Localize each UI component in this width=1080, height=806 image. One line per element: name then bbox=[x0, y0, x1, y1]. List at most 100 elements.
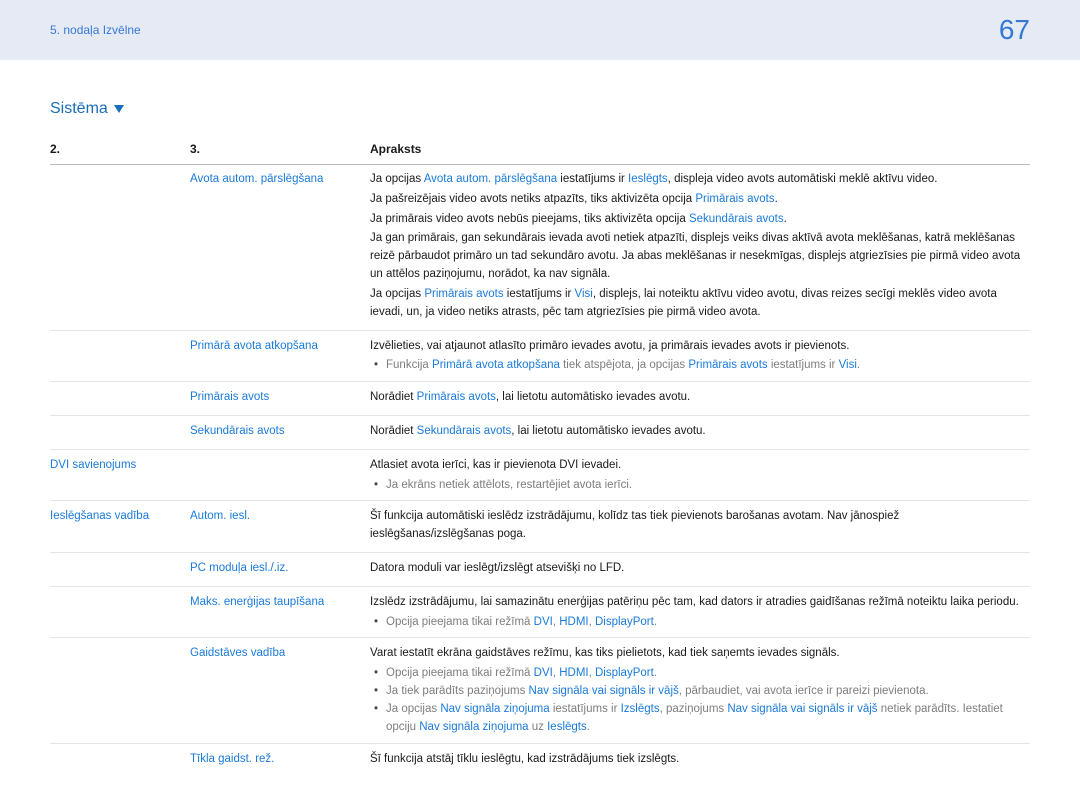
table-row: Maks. enerģijas taupīšana Izslēdz izstrā… bbox=[50, 586, 1030, 638]
row-desc: Šī funkcija atstāj tīklu ieslēgtu, kad i… bbox=[370, 743, 1030, 776]
text: Primārais avots bbox=[424, 288, 503, 300]
text: Šī funkcija automātiski ieslēdz izstrādā… bbox=[370, 508, 1022, 544]
text: . bbox=[857, 359, 860, 371]
text: Norādiet bbox=[370, 425, 417, 437]
text: , displeja video avots automātiski meklē… bbox=[668, 173, 938, 185]
row-desc: Atlasiet avota ierīci, kas ir pievienota… bbox=[370, 449, 1030, 501]
table-row: DVI savienojums Atlasiet avota ierīci, k… bbox=[50, 449, 1030, 501]
text: iestatījums ir bbox=[557, 173, 628, 185]
row-label: Tīkla gaidst. rež. bbox=[190, 743, 370, 776]
text: Funkcija bbox=[386, 359, 432, 371]
table-row: Primārā avota atkopšana Izvēlieties, vai… bbox=[50, 330, 1030, 382]
text: . bbox=[654, 667, 657, 679]
text: Nav signāla ziņojuma bbox=[419, 721, 528, 733]
text: . bbox=[587, 721, 590, 733]
row-desc: Ja opcijas Avota autom. pārslēgšana iest… bbox=[370, 165, 1030, 331]
text: , pārbaudiet, vai avota ierīce ir pareiz… bbox=[679, 685, 929, 697]
row-label: Autom. iesl. bbox=[190, 501, 370, 553]
row-label: Maks. enerģijas taupīšana bbox=[190, 586, 370, 638]
chapter-label: 5. nodaļa Izvēlne bbox=[50, 23, 141, 37]
text: Ja tiek parādīts paziņojums bbox=[386, 685, 529, 697]
settings-table: 2. 3. Apraksts Avota autom. pārslēgšana … bbox=[50, 136, 1030, 776]
th-col2: 3. bbox=[190, 136, 370, 165]
row-desc: Izvēlieties, vai atjaunot atlasīto primā… bbox=[370, 330, 1030, 382]
row-desc: Datora moduli var ieslēgt/izslēgt atsevi… bbox=[370, 553, 1030, 587]
text: uz bbox=[529, 721, 548, 733]
text: Izslēdz izstrādājumu, lai samazinātu ene… bbox=[370, 594, 1022, 612]
text: HDMI bbox=[559, 667, 588, 679]
text: Primārais avots bbox=[417, 391, 496, 403]
row-label: Avota autom. pārslēgšana bbox=[190, 165, 370, 331]
list-item: Ja opcijas Nav signāla ziņojuma iestatīj… bbox=[370, 701, 1022, 737]
row-label: PC moduļa iesl./.iz. bbox=[190, 553, 370, 587]
table-row: Gaidstāves vadība Varat iestatīt ekrāna … bbox=[50, 638, 1030, 743]
text: Nav signāla vai signāls ir vājš bbox=[529, 685, 679, 697]
text: Izvēlieties, vai atjaunot atlasīto primā… bbox=[370, 338, 1022, 356]
text: , paziņojums bbox=[660, 703, 728, 715]
text: , lai lietotu automātisko ievades avotu. bbox=[511, 425, 705, 437]
text: DisplayPort bbox=[595, 616, 654, 628]
text: Nav signāla vai signāls ir vājš bbox=[727, 703, 877, 715]
table-row: Tīkla gaidst. rež. Šī funkcija atstāj tī… bbox=[50, 743, 1030, 776]
text: Primārā avota atkopšana bbox=[432, 359, 560, 371]
text: DVI bbox=[534, 667, 553, 679]
text: . bbox=[654, 616, 657, 628]
text: Datora moduli var ieslēgt/izslēgt atsevi… bbox=[370, 560, 1022, 578]
table-row: Avota autom. pārslēgšana Ja opcijas Avot… bbox=[50, 165, 1030, 331]
row-group: Ieslēgšanas vadība bbox=[50, 501, 190, 553]
row-desc: Šī funkcija automātiski ieslēdz izstrādā… bbox=[370, 501, 1030, 553]
text: iestatījums ir bbox=[504, 288, 575, 300]
text: DisplayPort bbox=[595, 667, 654, 679]
text: Ja opcijas bbox=[386, 703, 440, 715]
section-title-text: Sistēma bbox=[50, 100, 108, 118]
row-label: Gaidstāves vadība bbox=[190, 638, 370, 743]
text: Primārais avots bbox=[695, 193, 774, 205]
text: iestatījums ir bbox=[768, 359, 839, 371]
list-item: Ja ekrāns netiek attēlots, restartējiet … bbox=[370, 477, 1022, 495]
table-row: Ieslēgšanas vadība Autom. iesl. Šī funkc… bbox=[50, 501, 1030, 553]
text: Primārais avots bbox=[688, 359, 767, 371]
page-content: Sistēma 2. 3. Apraksts Avota autom. pārs… bbox=[0, 60, 1080, 806]
page-number: 67 bbox=[999, 14, 1030, 46]
row-desc: Izslēdz izstrādājumu, lai samazinātu ene… bbox=[370, 586, 1030, 638]
text: Varat iestatīt ekrāna gaidstāves režīmu,… bbox=[370, 645, 1022, 663]
table-row: PC moduļa iesl./.iz. Datora moduli var i… bbox=[50, 553, 1030, 587]
row-desc: Norādiet Sekundārais avots, lai lietotu … bbox=[370, 415, 1030, 449]
th-col3: Apraksts bbox=[370, 136, 1030, 165]
header-bar: 5. nodaļa Izvēlne 67 bbox=[0, 0, 1080, 60]
text: tiek atspējota, ja opcijas bbox=[560, 359, 689, 371]
text: Visi bbox=[575, 288, 593, 300]
text: Nav signāla ziņojuma bbox=[440, 703, 549, 715]
text: Izslēgts bbox=[621, 703, 660, 715]
list-item: Opcija pieejama tikai režīmā DVI, HDMI, … bbox=[370, 665, 1022, 683]
text: Sekundārais avots bbox=[417, 425, 512, 437]
text: iestatījums ir bbox=[550, 703, 621, 715]
th-col1: 2. bbox=[50, 136, 190, 165]
text: Ja pašreizējais video avots netiks atpaz… bbox=[370, 193, 695, 205]
text: Atlasiet avota ierīci, kas ir pievienota… bbox=[370, 457, 1022, 475]
text: Ieslēgts bbox=[547, 721, 587, 733]
list-item: Funkcija Primārā avota atkopšana tiek at… bbox=[370, 357, 1022, 375]
text: , lai lietotu automātisko ievades avotu. bbox=[496, 391, 690, 403]
text: Sekundārais avots bbox=[689, 213, 784, 225]
text: Opcija pieejama tikai režīmā bbox=[386, 667, 534, 679]
text: DVI bbox=[534, 616, 553, 628]
text: Opcija pieejama tikai režīmā bbox=[386, 616, 534, 628]
text: . bbox=[775, 193, 778, 205]
chevron-down-icon bbox=[114, 105, 124, 113]
table-row: Primārais avots Norādiet Primārais avots… bbox=[50, 382, 1030, 416]
row-label: Primārais avots bbox=[190, 382, 370, 416]
row-group: DVI savienojums bbox=[50, 449, 190, 501]
row-desc: Norādiet Primārais avots, lai lietotu au… bbox=[370, 382, 1030, 416]
text: Visi bbox=[839, 359, 857, 371]
text: Ja opcijas bbox=[370, 288, 424, 300]
text: Norādiet bbox=[370, 391, 417, 403]
list-item: Ja tiek parādīts paziņojums Nav signāla … bbox=[370, 683, 1022, 701]
table-row: Sekundārais avots Norādiet Sekundārais a… bbox=[50, 415, 1030, 449]
row-label: Sekundārais avots bbox=[190, 415, 370, 449]
text: Ieslēgts bbox=[628, 173, 668, 185]
row-label: Primārā avota atkopšana bbox=[190, 330, 370, 382]
text: . bbox=[784, 213, 787, 225]
section-title: Sistēma bbox=[50, 100, 1030, 118]
text: Ja primārais video avots nebūs pieejams,… bbox=[370, 213, 689, 225]
